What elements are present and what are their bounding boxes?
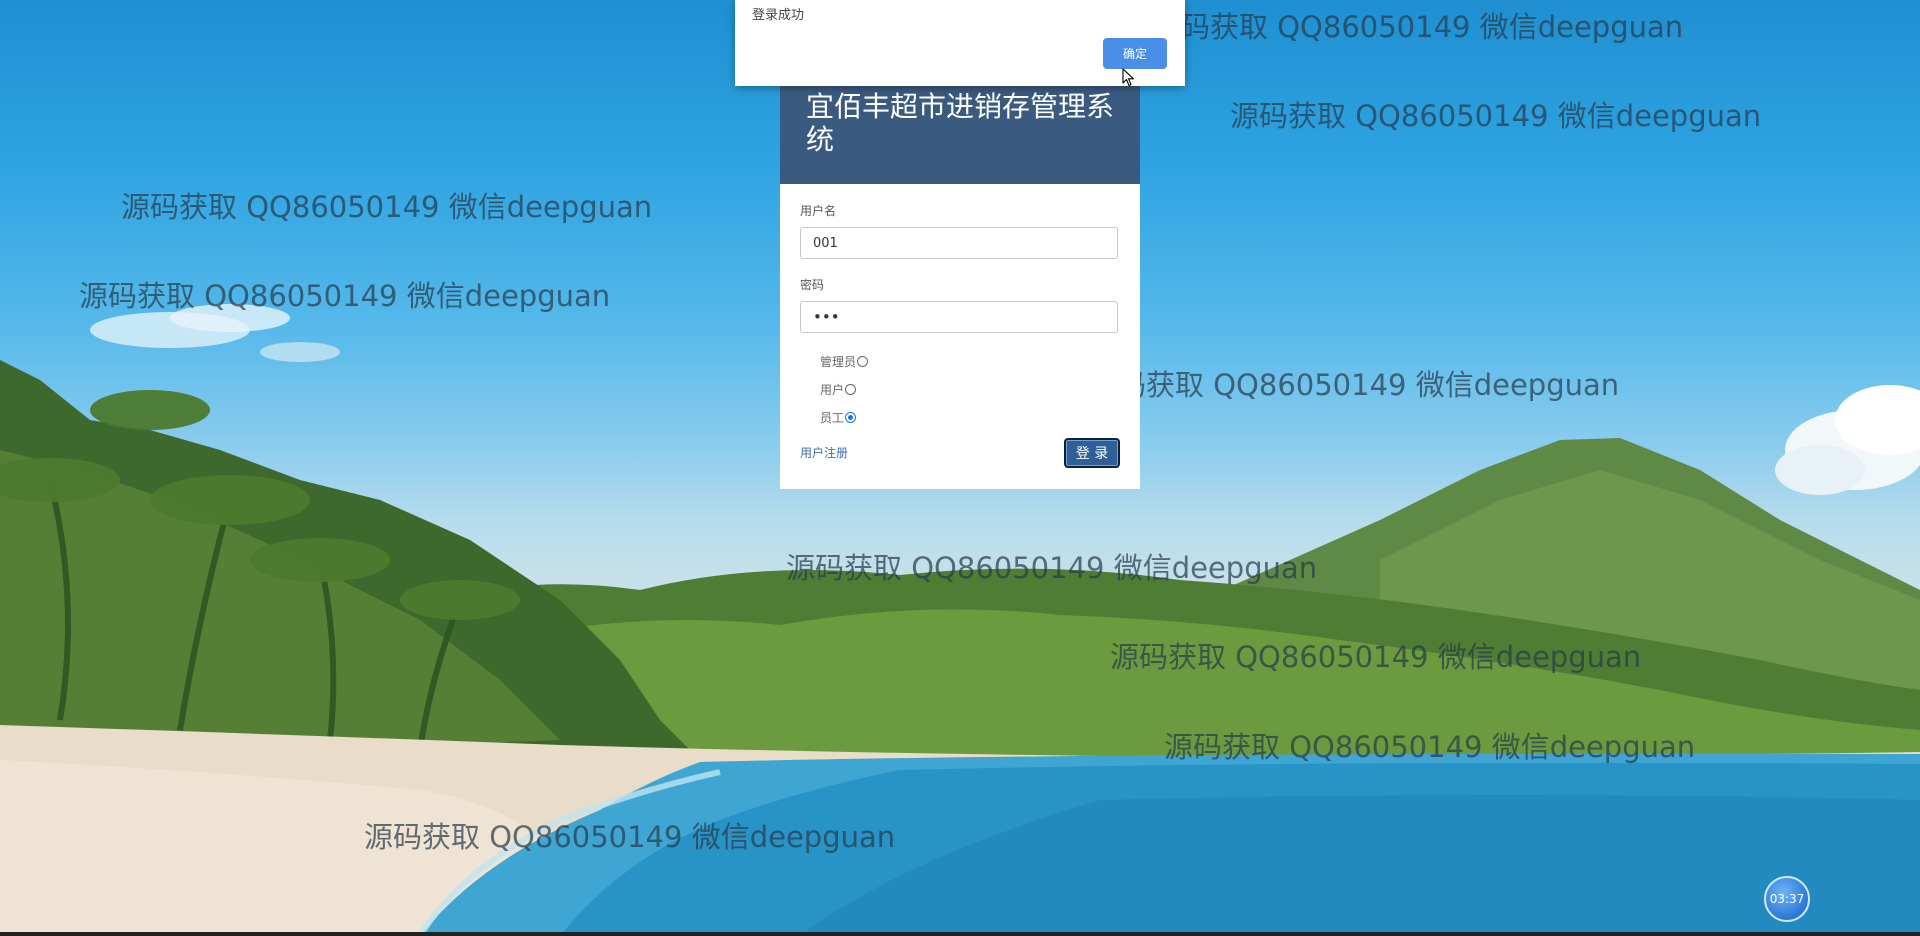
role-label-admin: 管理员 xyxy=(820,354,857,369)
role-selector: 管理员 用户 员工 xyxy=(820,347,1120,431)
role-option-staff[interactable]: 员工 xyxy=(820,403,1120,431)
watermark-text: 源码获取 QQ86050149 微信deepguan xyxy=(786,551,1318,585)
login-card: 宜佰丰超市进销存管理系统 用户名 密码 管理员 用户 员工 用户注册 登 录 xyxy=(780,84,1140,489)
password-input[interactable] xyxy=(800,301,1118,333)
alert-dialog: 登录成功 确定 xyxy=(735,0,1185,86)
role-option-admin[interactable]: 管理员 xyxy=(820,347,1120,375)
mouse-cursor-icon xyxy=(1122,68,1135,87)
watermark-text: 源码获取 QQ86050149 微信deepguan xyxy=(1152,10,1684,44)
system-title: 宜佰丰超市进销存管理系统 xyxy=(780,84,1140,184)
login-form: 用户名 密码 管理员 用户 员工 用户注册 登 录 xyxy=(780,184,1140,492)
bottom-edge xyxy=(0,932,1920,936)
username-label: 用户名 xyxy=(800,204,837,218)
timer-badge[interactable]: 03:37 xyxy=(1764,876,1810,922)
watermark-text: 源码获取 QQ86050149 微信deepguan xyxy=(1110,640,1642,674)
ok-button[interactable]: 确定 xyxy=(1103,38,1167,69)
role-label-staff: 员工 xyxy=(820,410,845,425)
watermark-text: 源码获取 QQ86050149 微信deepguan xyxy=(79,279,611,313)
radio-admin[interactable] xyxy=(857,355,869,367)
watermark-text: 源码获取 QQ86050149 微信deepguan xyxy=(1164,730,1696,764)
watermark-text: 源码获取 QQ86050149 微信deepguan xyxy=(121,190,653,224)
radio-staff[interactable] xyxy=(845,411,857,423)
password-label: 密码 xyxy=(800,278,825,292)
watermark-text: 源码获取 QQ86050149 微信deepguan xyxy=(1088,368,1620,402)
role-label-user: 用户 xyxy=(820,382,845,397)
dialog-message: 登录成功 xyxy=(752,8,805,23)
watermark-text: 源码获取 QQ86050149 微信deepguan xyxy=(1230,99,1762,133)
timer-label: 03:37 xyxy=(1769,892,1805,906)
login-button[interactable]: 登 录 xyxy=(1064,438,1120,468)
username-input[interactable] xyxy=(800,227,1118,259)
watermark-text: 源码获取 QQ86050149 微信deepguan xyxy=(364,820,896,854)
register-link[interactable]: 用户注册 xyxy=(800,444,848,461)
role-option-user[interactable]: 用户 xyxy=(820,375,1120,403)
radio-user[interactable] xyxy=(845,383,857,395)
